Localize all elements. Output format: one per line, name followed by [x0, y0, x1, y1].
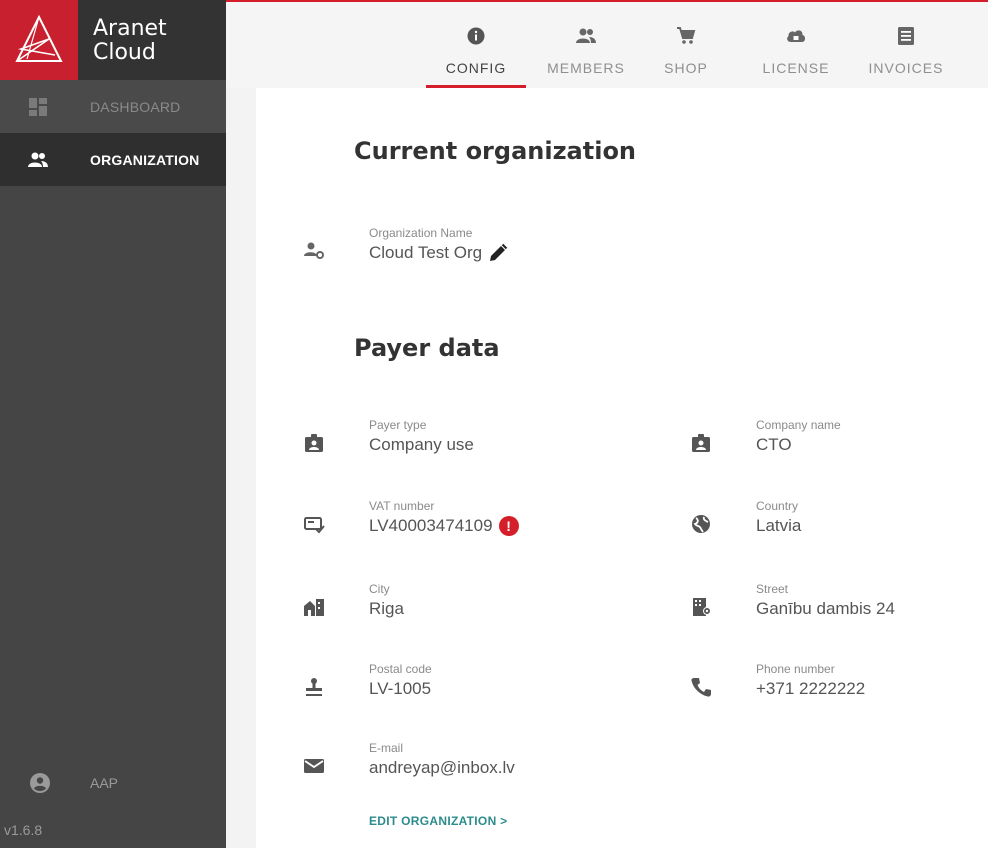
phone-icon: [691, 678, 711, 697]
sidebar-item-dashboard[interactable]: DASHBOARD: [0, 80, 226, 133]
edit-organization-link[interactable]: EDIT ORGANIZATION >: [369, 814, 507, 828]
brand-line-1: Aranet: [93, 16, 167, 41]
dashboard-icon: [29, 98, 47, 116]
tab-members[interactable]: MEMBERS: [536, 2, 636, 88]
tab-label: INVOICES: [868, 60, 944, 76]
sidebar: Aranet Cloud DASHBOARD ORGANIZATION AAP …: [0, 0, 226, 848]
stamp-icon: [306, 678, 322, 696]
account-circle-icon: [30, 773, 50, 793]
field-label: Organization Name: [369, 226, 473, 240]
payer-data-heading: Payer data: [354, 334, 500, 362]
cloud-icon: [787, 30, 806, 42]
mail-icon: [304, 759, 324, 773]
street-value: Ganību dambis 24: [756, 599, 895, 618]
phone-number-value: +371 2222222: [756, 679, 866, 698]
badge-icon: [305, 434, 323, 452]
error-icon[interactable]: !: [498, 516, 519, 536]
field-label: Postal code: [369, 662, 432, 676]
tab-label: SHOP: [664, 60, 708, 76]
brand-name: Aranet Cloud: [93, 17, 167, 65]
field-value: LV40003474109 !: [369, 516, 519, 536]
field-label: E-mail: [369, 741, 404, 755]
top-tab-bar: CONFIG MEMBERS SHOP LICENSE INVOICES: [226, 0, 988, 88]
field-label: Payer type: [369, 418, 427, 432]
list-icon: [898, 27, 914, 45]
organization-name-value: Cloud Test Org: [369, 243, 483, 262]
tab-label: CONFIG: [445, 60, 507, 76]
tab-license[interactable]: LICENSE: [746, 2, 846, 88]
tab-invoices[interactable]: INVOICES: [856, 2, 956, 88]
payer-type-value: Company use: [369, 435, 474, 454]
tab-label: LICENSE: [762, 60, 830, 76]
field-label: Company name: [756, 418, 841, 432]
current-organization-heading: Current organization: [354, 137, 637, 165]
app-version: v1.6.8: [4, 822, 43, 838]
cart-icon: [677, 27, 696, 44]
country-value: Latvia: [756, 516, 802, 535]
brand-header: Aranet Cloud: [0, 0, 226, 80]
field-value: Cloud Test Org: [369, 243, 508, 263]
building-location-icon: [693, 598, 711, 616]
city-icon: [304, 599, 324, 616]
tab-label: MEMBERS: [547, 60, 625, 76]
field-label: Street: [756, 582, 789, 596]
company-name-value: CTO: [756, 435, 792, 454]
aranet-logo-icon: [15, 15, 63, 62]
field-label: Country: [756, 499, 799, 513]
vat-number-value: LV40003474109: [369, 516, 493, 535]
sidebar-item-organization[interactable]: ORGANIZATION: [0, 133, 226, 186]
brand-line-2: Cloud: [93, 40, 156, 65]
tab-config[interactable]: CONFIG: [426, 2, 526, 88]
field-label: City: [369, 582, 390, 596]
people-icon: [576, 28, 596, 43]
info-icon: [467, 27, 485, 45]
field-label: Phone number: [756, 662, 835, 676]
people-icon: [28, 152, 48, 167]
postal-code-value: LV-1005: [369, 679, 432, 698]
city-value: Riga: [369, 599, 404, 618]
sidebar-item-label: ORGANIZATION: [90, 152, 200, 168]
verified-card-icon: [304, 517, 325, 534]
aranet-logo[interactable]: [0, 0, 78, 80]
globe-icon: [692, 515, 710, 533]
email-value: andreyap@inbox.lv: [369, 758, 515, 777]
edit-pencil-icon[interactable]: [488, 243, 508, 263]
user-account[interactable]: AAP: [0, 765, 226, 801]
field-label: VAT number: [369, 499, 435, 513]
person-settings-icon: [304, 242, 324, 259]
badge-icon: [692, 434, 710, 452]
user-name: AAP: [90, 775, 119, 791]
content-gutter: [226, 0, 256, 848]
active-tab-indicator: [426, 85, 526, 88]
sidebar-item-label: DASHBOARD: [90, 99, 181, 115]
tab-shop[interactable]: SHOP: [651, 2, 721, 88]
